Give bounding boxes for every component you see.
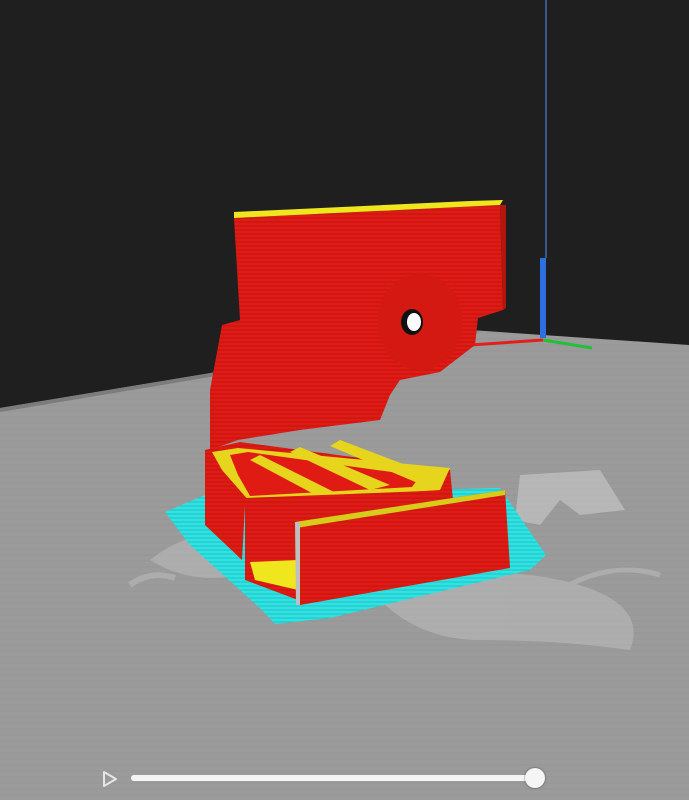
play-button[interactable]: [98, 768, 120, 790]
layer-slider-thumb[interactable]: [525, 768, 545, 788]
layer-progress-fill: [131, 775, 535, 781]
layer-progress-slider[interactable]: [131, 768, 545, 788]
z-axis-icon: [540, 258, 546, 338]
layer-playback-bar: [0, 760, 689, 796]
3d-viewport[interactable]: E3: [0, 0, 689, 800]
viewport-canvas: E3: [0, 0, 689, 800]
play-icon: [103, 771, 117, 787]
